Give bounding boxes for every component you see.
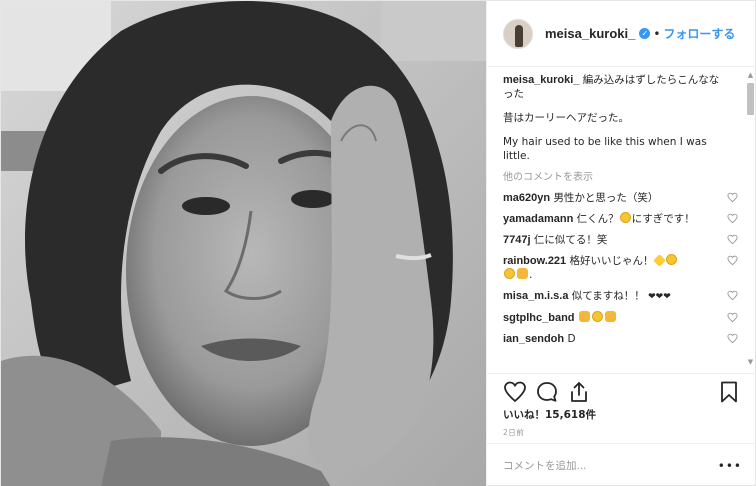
caption-text-line1: 編み込みはずしたらこんなな — [582, 74, 720, 86]
post-header: meisa_kuroki_ ✓ • フォローする — [487, 1, 756, 67]
header-username[interactable]: meisa_kuroki_ — [545, 26, 635, 41]
caption-username[interactable]: meisa_kuroki_ — [503, 74, 579, 86]
comments-scrollbar[interactable]: ▲ ▼ — [746, 71, 755, 367]
comment-item: misa_m.i.s.a 似てますね！！ ❤❤❤ — [503, 289, 738, 304]
separator-dot: • — [653, 26, 661, 41]
comment-item: ma620yn 男性かと思った（笑） — [503, 191, 738, 205]
comment-item: rainbow.221 格好いいじゃん！ . — [503, 254, 738, 282]
comment-input[interactable] — [503, 459, 718, 472]
comment-text: 格好いいじゃん！ — [569, 255, 654, 267]
verified-badge-icon: ✓ — [639, 28, 651, 39]
comment-like-heart-icon[interactable] — [727, 192, 738, 203]
load-more-comments-link[interactable]: 他のコメントを表示 — [503, 171, 736, 185]
caption-paragraph-2: 昔はカーリーヘアだった。 — [503, 112, 629, 124]
comment-text: にすぎです！ — [631, 213, 695, 225]
portrait-image — [1, 1, 486, 486]
comment-username[interactable]: sgtplhc_band — [503, 312, 575, 324]
comment-username[interactable]: 7747j — [503, 234, 531, 246]
sparkle-emoji-icon — [652, 254, 666, 267]
comment-username[interactable]: yamadamann — [503, 213, 573, 225]
comment-username[interactable]: rainbow.221 — [503, 255, 566, 267]
comment-username[interactable]: ma620yn — [503, 192, 550, 204]
thumbs-up-emoji-icon — [604, 311, 616, 322]
post-side-panel: meisa_kuroki_ ✓ • フォローする meisa_kuroki_ 編… — [486, 1, 756, 486]
grinning-face-emoji-icon — [619, 212, 631, 223]
heart-icon[interactable] — [503, 380, 527, 404]
bookmark-icon[interactable] — [717, 380, 741, 404]
comment-text: 仁くん？ — [576, 213, 619, 225]
scroll-down-arrow-icon[interactable]: ▼ — [746, 358, 755, 367]
instagram-post: meisa_kuroki_ ✓ • フォローする meisa_kuroki_ 編… — [0, 0, 756, 486]
caption-paragraph-3: My hair used to be like this when I was … — [503, 136, 707, 162]
comment-like-heart-icon[interactable] — [727, 234, 738, 245]
heart-eyes-emoji-icon — [591, 311, 603, 322]
comment-like-heart-icon[interactable] — [727, 255, 738, 266]
comment-text: 仁に似てる！笑 — [533, 234, 608, 246]
comment-item: sgtplhc_band — [503, 311, 738, 325]
avatar-image[interactable] — [503, 18, 533, 49]
thumbs-up-emoji-icon — [517, 268, 528, 279]
caption-text-line2: った — [503, 88, 524, 100]
comment-username[interactable]: misa_m.i.s.a — [503, 290, 568, 302]
scroll-up-arrow-icon[interactable]: ▲ — [746, 71, 755, 80]
comment-item: 7747j 仁に似てる！笑 — [503, 233, 738, 247]
post-timestamp[interactable]: 2日前 — [503, 427, 524, 438]
likes-count[interactable]: いいね！15,618件 — [503, 407, 596, 422]
action-icon-row — [503, 380, 743, 406]
comment-item: yamadamann 仁くん？ にすぎです！ — [503, 212, 738, 226]
follow-button[interactable]: フォローする — [663, 25, 735, 42]
comment-username[interactable]: ian_sendoh — [503, 333, 564, 345]
comment-like-heart-icon[interactable] — [727, 333, 738, 344]
comments-list[interactable]: meisa_kuroki_ 編み込みはずしたらこんなな った 昔はカーリーヘアだ… — [487, 67, 756, 371]
comment-like-heart-icon[interactable] — [727, 213, 738, 224]
thumbs-up-emoji-icon — [578, 311, 590, 322]
share-icon[interactable] — [567, 380, 591, 404]
caption: meisa_kuroki_ 編み込みはずしたらこんなな った — [503, 73, 736, 101]
heart-eyes-emoji-icon — [665, 254, 677, 265]
comment-text: 男性かと思った（笑） — [553, 192, 659, 204]
comment-text: 似てますね！！ — [571, 290, 645, 302]
comment-item: ian_sendoh D — [503, 332, 738, 346]
comment-like-heart-icon[interactable] — [727, 290, 738, 301]
smiling-face-emoji-icon — [504, 268, 515, 279]
comment-like-heart-icon[interactable] — [727, 312, 738, 323]
comment-text: D — [567, 333, 576, 345]
post-photo[interactable] — [1, 1, 486, 486]
add-comment-bar: ••• — [487, 443, 756, 486]
comment-icon[interactable] — [535, 380, 559, 404]
scrollbar-thumb[interactable] — [747, 83, 754, 115]
black-hearts-emoji: ❤❤❤ — [648, 292, 671, 302]
more-options-icon[interactable]: ••• — [718, 459, 742, 473]
